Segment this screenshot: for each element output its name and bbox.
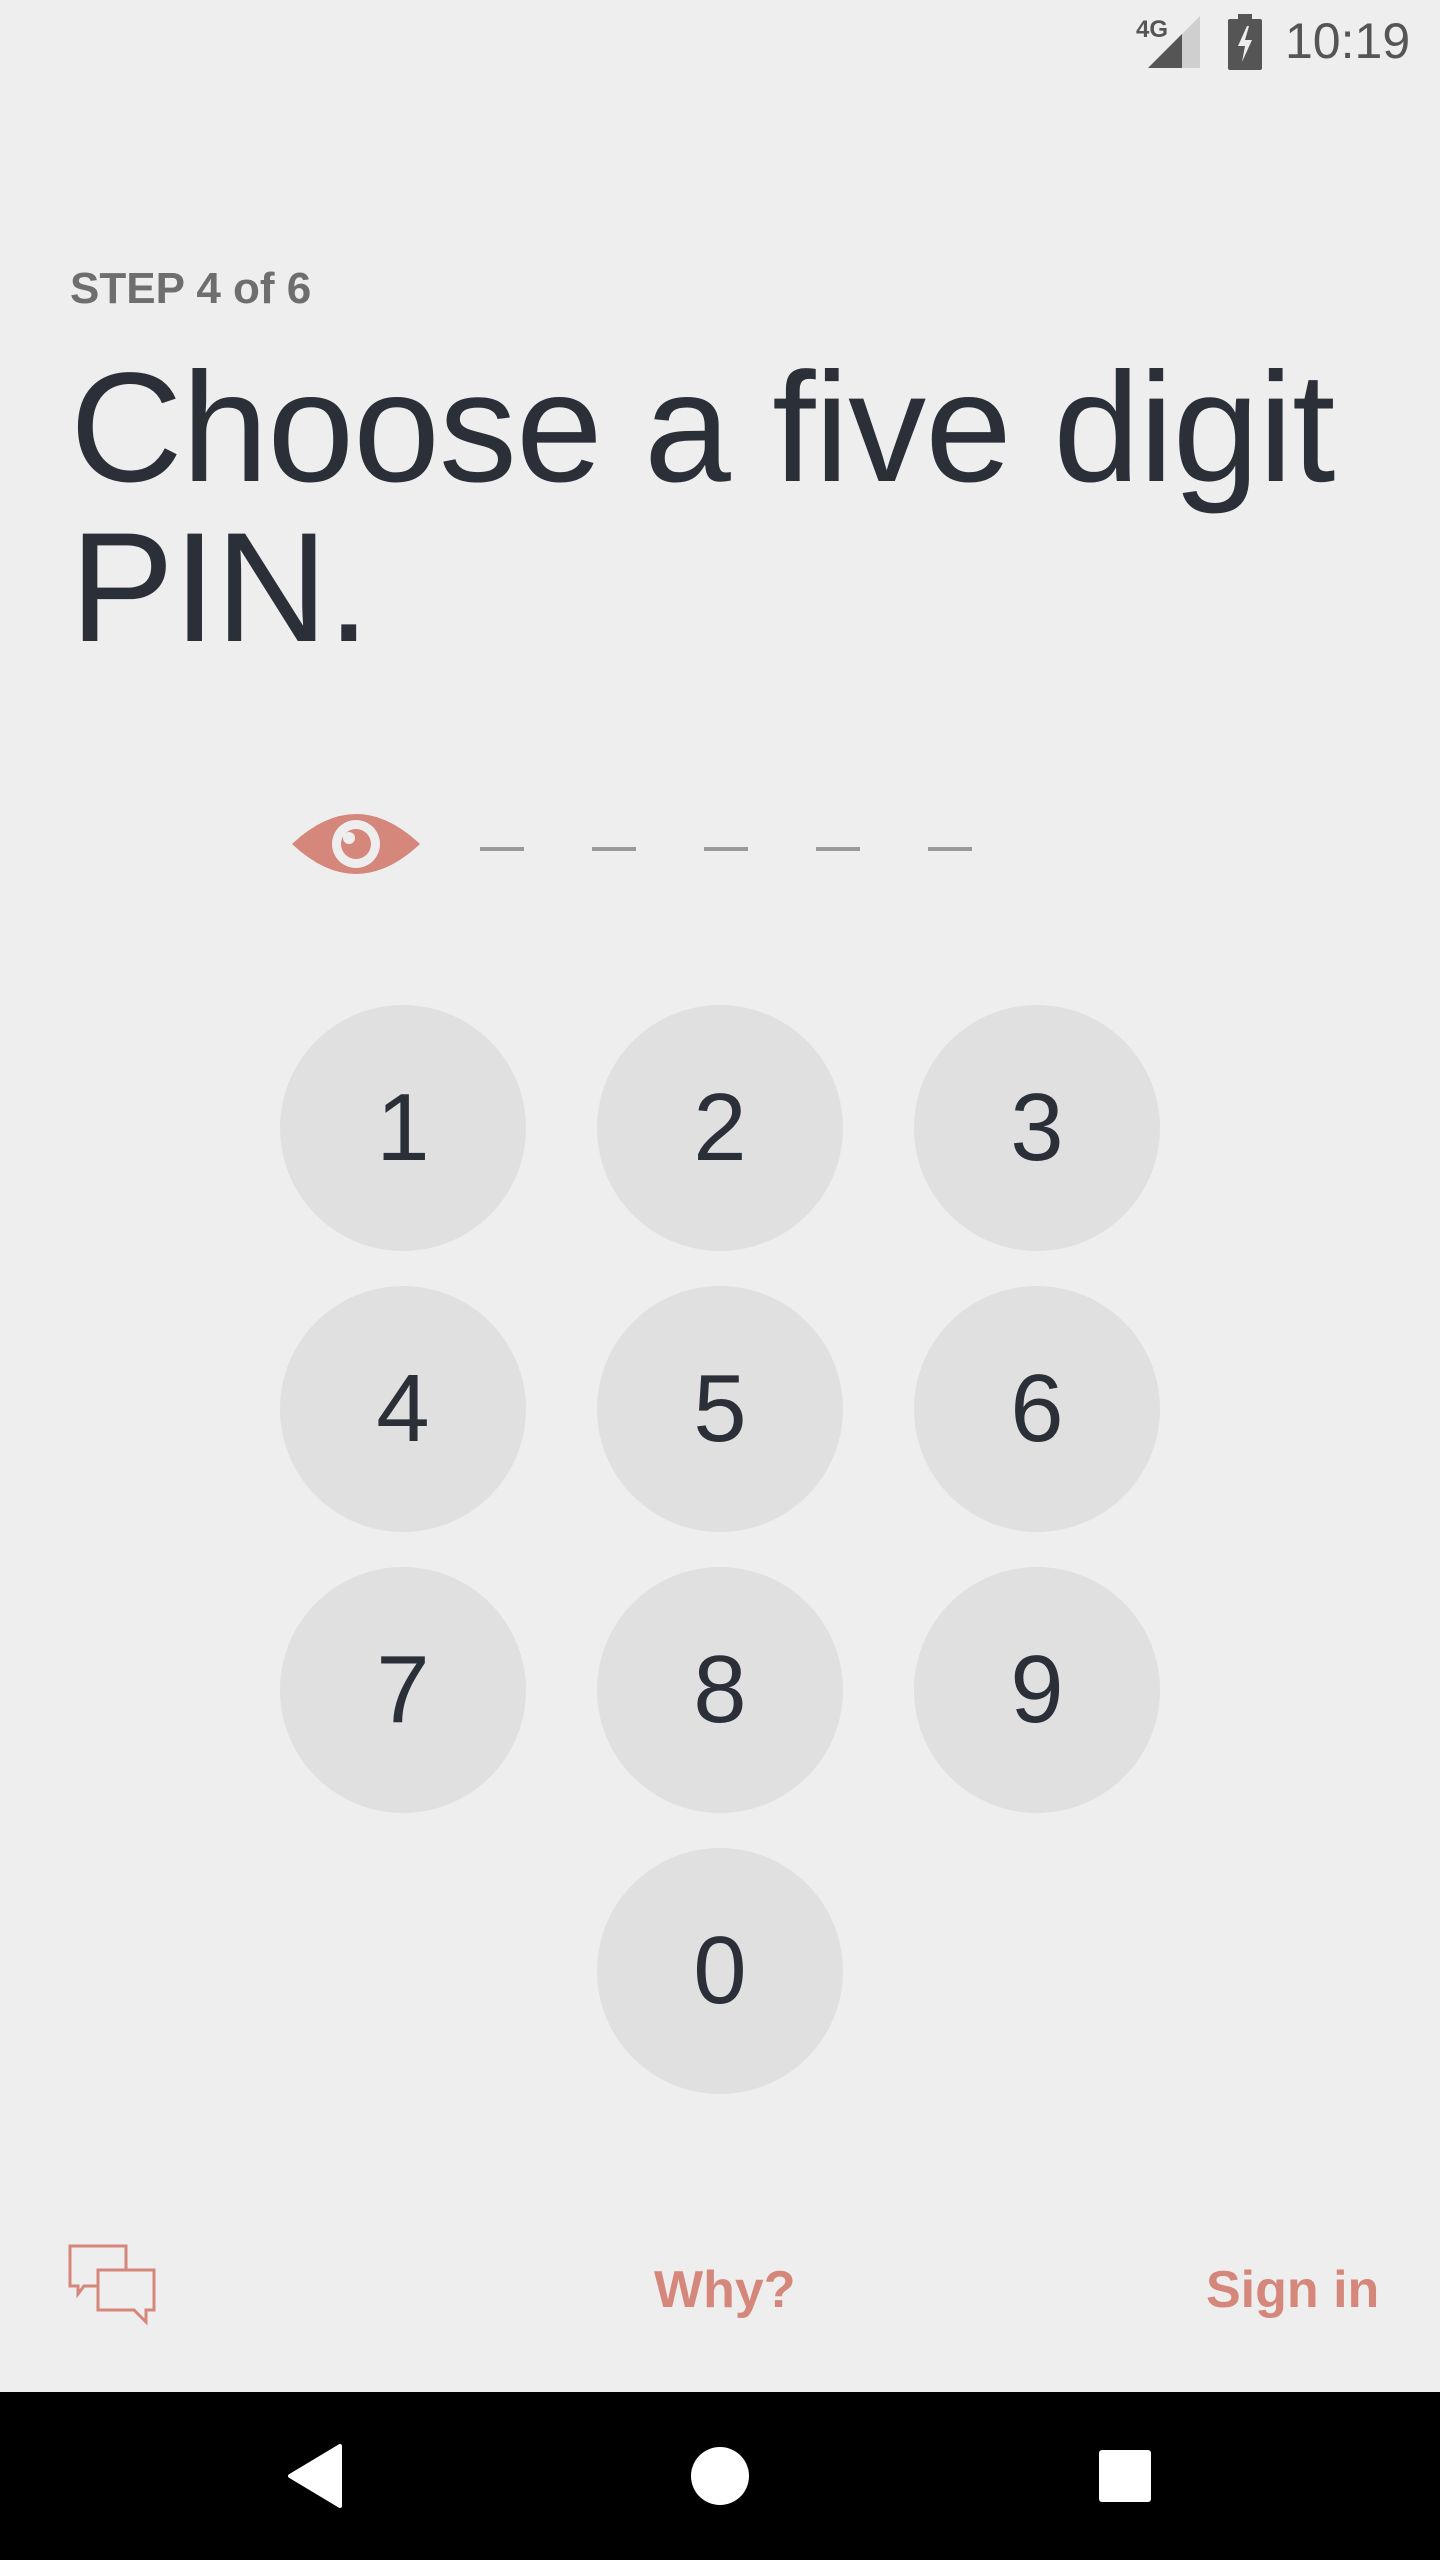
step-indicator: STEP 4 of 6 <box>70 264 312 313</box>
pin-slot-5 <box>928 847 972 851</box>
back-icon[interactable] <box>268 2428 364 2524</box>
page-title: Choose a five digit PIN. <box>70 341 1335 675</box>
status-time: 10:19 <box>1285 13 1411 69</box>
why-link[interactable]: Why? <box>654 2260 796 2320</box>
key-6[interactable]: 6 <box>914 1286 1160 1532</box>
key-4[interactable]: 4 <box>280 1286 526 1532</box>
battery-charging-icon <box>1228 14 1262 70</box>
cell-signal-icon <box>1148 16 1200 68</box>
home-icon[interactable] <box>672 2428 768 2524</box>
key-0[interactable]: 0 <box>597 1848 843 2094</box>
eye-icon[interactable] <box>292 808 420 880</box>
key-7[interactable]: 7 <box>280 1567 526 1813</box>
pin-slot-2 <box>592 847 636 851</box>
sign-in-link[interactable]: Sign in <box>1206 2260 1379 2320</box>
pin-display <box>292 808 1012 880</box>
recents-icon[interactable] <box>1077 2428 1173 2524</box>
key-5[interactable]: 5 <box>597 1286 843 1532</box>
pin-slot-1 <box>480 847 524 851</box>
status-bar: 4G 10:19 <box>0 0 1440 84</box>
pin-slot-3 <box>704 847 748 851</box>
key-9[interactable]: 9 <box>914 1567 1160 1813</box>
key-3[interactable]: 3 <box>914 1005 1160 1251</box>
navigation-bar <box>0 2392 1440 2560</box>
key-8[interactable]: 8 <box>597 1567 843 1813</box>
key-1[interactable]: 1 <box>280 1005 526 1251</box>
pin-slot-4 <box>816 847 860 851</box>
chat-icon[interactable] <box>68 2244 156 2328</box>
key-2[interactable]: 2 <box>597 1005 843 1251</box>
